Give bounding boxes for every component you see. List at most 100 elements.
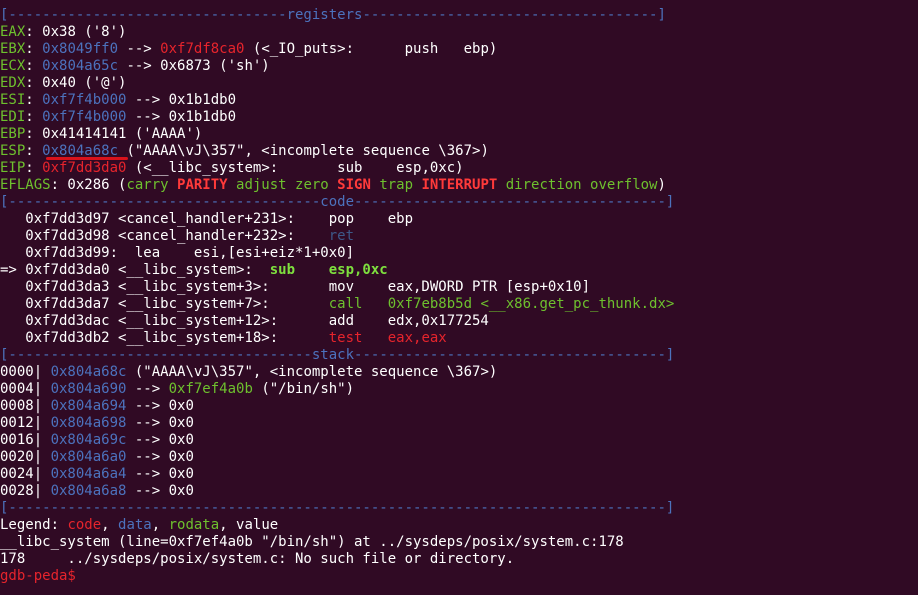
legend-line: Legend: code, data, rodata, value xyxy=(0,517,278,534)
text-segment: (<_IO_puts>: push ebp) xyxy=(244,41,498,57)
text-segment: --> 0x1b1db0 xyxy=(126,109,237,125)
text-segment: 0xf7dd3db2 <__libc_system+18>: xyxy=(0,330,329,346)
text-segment: EDI xyxy=(0,109,26,125)
text-segment: call 0xf7eb8b5d <__x86.get_pc_thunk.dx> xyxy=(328,296,675,312)
code-line-6: 0xf7dd3dac <__libc_system+12>: add edx,0… xyxy=(0,313,489,330)
text-segment: : 0x41414141 ('AAAA') xyxy=(25,126,203,142)
text-segment: ret xyxy=(328,228,355,244)
text-segment: 0024| xyxy=(0,466,51,482)
code-line-2: 0xf7dd3d99: lea esi,[esi+eiz*1+0x0] xyxy=(0,245,354,262)
code-line-5: 0xf7dd3da7 <__libc_system+7>: call 0xf7e… xyxy=(0,296,674,313)
text-segment: --> xyxy=(126,381,169,397)
text-segment: EFLAGS xyxy=(0,177,51,193)
text-segment: -------------------------------------] xyxy=(354,194,675,210)
text-segment: stack xyxy=(311,347,355,363)
text-segment: direction overflow xyxy=(497,177,658,193)
text-segment: 0xf7ef4a0b xyxy=(168,381,253,397)
text-segment: ECX xyxy=(0,58,26,74)
stack-line-0028: 0028| 0x804a6a8 --> 0x0 xyxy=(0,483,194,500)
text-segment: registers xyxy=(286,7,363,23)
text-segment: adjust zero xyxy=(227,177,338,193)
text-segment: 0x8049ff0 xyxy=(42,41,119,57)
text-segment: ) xyxy=(657,177,666,193)
stack-line-0004: 0004| 0x804a690 --> 0xf7ef4a0b ("/bin/sh… xyxy=(0,381,354,398)
text-segment: 0xf7f4b000 xyxy=(42,92,127,108)
registers-header: [---------------------------------regist… xyxy=(0,7,666,24)
text-segment: 0x804a68c xyxy=(42,143,119,159)
code-line-current: => 0xf7dd3da0 <__libc_system>: sub esp,0… xyxy=(0,262,388,279)
text-segment: 0x804a69c xyxy=(50,432,127,448)
text-segment: ESP xyxy=(0,143,26,159)
reg-eax: EAX: 0x38 ('8') xyxy=(0,24,126,41)
text-segment: 0xf7df8ca0 xyxy=(160,41,245,57)
text-segment: 0020| xyxy=(0,449,51,465)
text-segment: 0012| xyxy=(0,415,51,431)
text-segment: [---------------------------------------… xyxy=(0,500,675,516)
text-segment: PARITY xyxy=(177,177,228,193)
text-segment: carry xyxy=(126,177,178,193)
text-segment: 0xf7dd3d99: lea esi,[esi+eiz*1+0x0] xyxy=(0,245,355,261)
text-segment: , value xyxy=(219,517,279,533)
text-segment: 0x804a68c xyxy=(50,364,127,380)
reg-ecx: ECX: 0x804a65c --> 0x6873 ('sh') xyxy=(0,58,270,75)
text-segment: : xyxy=(25,92,43,108)
text-segment: --> 0x0 xyxy=(126,483,194,499)
reg-edx: EDX: 0x40 ('@') xyxy=(0,75,126,92)
text-segment: 0008| xyxy=(0,398,51,414)
terminal-cursor xyxy=(84,568,92,583)
reg-esp: ESP: 0x804a68c ("AAAA\vJ\357", <incomple… xyxy=(0,143,489,160)
text-segment: EIP xyxy=(0,160,26,176)
text-segment: ("AAAA\vJ\357", <incomplete sequence \36… xyxy=(118,143,489,159)
text-segment: [------------------------------------ xyxy=(0,347,312,363)
reg-edi: EDI: 0xf7f4b000 --> 0x1b1db0 xyxy=(0,109,236,126)
text-segment: -----------------------------------] xyxy=(362,7,666,23)
code-line-4: 0xf7dd3da3 <__libc_system+3>: mov eax,DW… xyxy=(0,279,590,296)
text-segment: 0x804a694 xyxy=(50,398,127,414)
text-segment: EAX xyxy=(0,24,26,40)
stack-line-0024: 0024| 0x804a6a4 --> 0x0 xyxy=(0,466,194,483)
stack-line-0016: 0016| 0x804a69c --> 0x0 xyxy=(0,432,194,449)
text-segment: 0000| xyxy=(0,364,51,380)
text-segment: : 0x38 ('8') xyxy=(25,24,127,40)
code-header: [-------------------------------------co… xyxy=(0,194,674,211)
text-segment: : xyxy=(25,160,43,176)
text-segment: --> 0x0 xyxy=(126,415,194,431)
text-segment: gdb-peda$ xyxy=(0,568,85,584)
code-line-1: 0xf7dd3d98 <cancel_handler+232>: ret xyxy=(0,228,354,245)
text-segment: (<__libc_system>: sub esp,0xc) xyxy=(126,160,464,176)
reg-esi: ESI: 0xf7f4b000 --> 0x1b1db0 xyxy=(0,92,236,109)
text-segment: __libc_system (line=0xf7ef4a0b "/bin/sh"… xyxy=(0,534,624,550)
text-segment: 0x804a6a8 xyxy=(50,483,127,499)
text-segment: --> 0x0 xyxy=(126,398,194,414)
text-segment: ESI xyxy=(0,92,26,108)
text-segment: rodata xyxy=(168,517,220,533)
text-segment: code xyxy=(67,517,102,533)
text-segment: : 0x286 ( xyxy=(50,177,127,193)
text-segment: 0xf7dd3da3 <__libc_system+3>: mov eax,DW… xyxy=(0,279,591,295)
text-segment: code xyxy=(320,194,355,210)
terminal-window[interactable]: [---------------------------------regist… xyxy=(0,0,918,595)
text-segment: : xyxy=(25,58,43,74)
text-segment: : 0x40 ('@') xyxy=(25,75,127,91)
text-segment: 178 ../sysdeps/posix/system.c: No such f… xyxy=(0,551,515,567)
stack-line-0000: 0000| 0x804a68c ("AAAA\vJ\357", <incompl… xyxy=(0,364,497,381)
text-segment: ("/bin/sh") xyxy=(252,381,355,397)
text-segment: -------------------------------------] xyxy=(354,347,675,363)
text-segment: 0016| xyxy=(0,432,51,448)
text-segment: : xyxy=(25,109,43,125)
stack-line-0012: 0012| 0x804a698 --> 0x0 xyxy=(0,415,194,432)
text-segment: 0028| xyxy=(0,483,51,499)
text-segment: --> xyxy=(118,41,161,57)
text-segment: INTERRUPT xyxy=(421,177,498,193)
gdb-prompt[interactable]: gdb-peda$ xyxy=(0,568,92,585)
text-segment: , xyxy=(151,517,169,533)
stack-line-0020: 0020| 0x804a6a0 --> 0x0 xyxy=(0,449,194,466)
text-segment: 0xf7dd3dac <__libc_system+12>: add edx,0… xyxy=(0,313,489,329)
text-segment: ("AAAA\vJ\357", <incomplete sequence \36… xyxy=(126,364,498,380)
text-segment: : xyxy=(25,41,43,57)
text-segment: 0x804a6a0 xyxy=(50,449,127,465)
text-segment: data xyxy=(118,517,152,533)
text-segment: [--------------------------------- xyxy=(0,7,287,23)
text-segment: 0x804a6a4 xyxy=(50,466,127,482)
text-segment: 0004| xyxy=(0,381,51,397)
